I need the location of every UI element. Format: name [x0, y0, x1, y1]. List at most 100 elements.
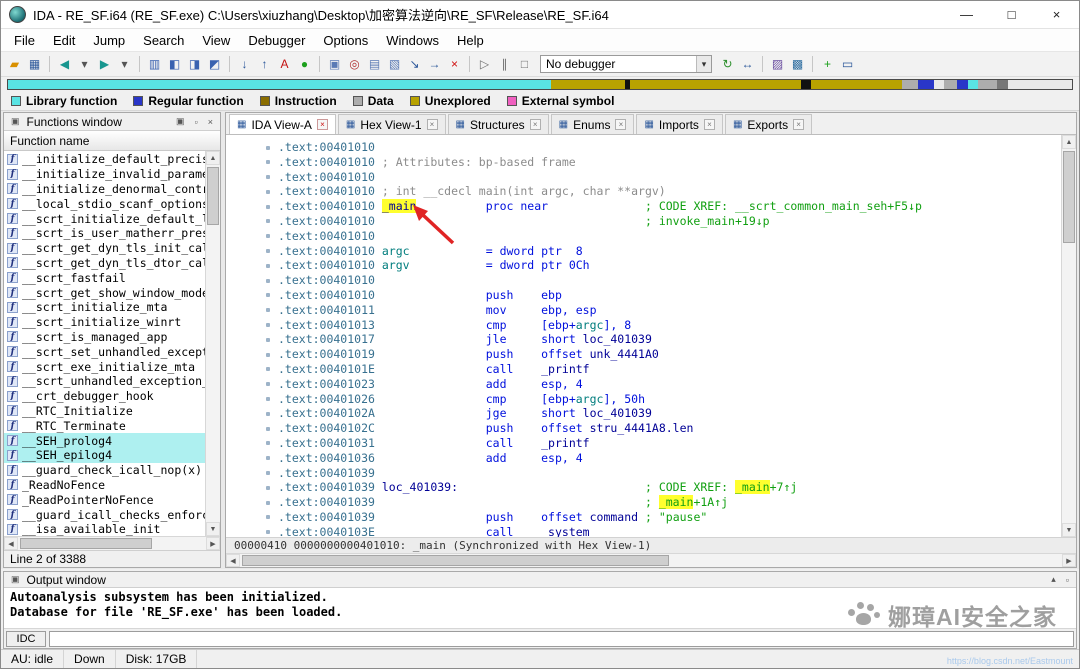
band-segment[interactable] [901, 80, 918, 89]
function-row[interactable]: f __initialize_denormal_contro [4, 182, 205, 197]
band-segment[interactable] [550, 80, 626, 89]
functions-vertical-scrollbar[interactable]: ▲ ▼ [205, 151, 220, 536]
disasm-line[interactable]: .text:00401011 mov ebp, esp [266, 303, 1061, 318]
scroll-right-icon[interactable]: ▶ [1062, 554, 1076, 567]
menu-windows[interactable]: Windows [377, 30, 448, 51]
disasm-line[interactable]: .text:00401010 push ebp [266, 288, 1061, 303]
band-segment[interactable] [957, 80, 968, 89]
menu-file[interactable]: File [5, 30, 44, 51]
idc-button[interactable]: IDC [6, 630, 46, 647]
function-row[interactable]: f __scrt_unhandled_exception_f [4, 374, 205, 389]
function-row[interactable]: f __SEH_prolog4 [4, 433, 205, 448]
function-row[interactable]: f __initialize_invalid_paramet [4, 167, 205, 182]
step-into-icon[interactable]: ↘ [405, 55, 424, 74]
function-row[interactable]: f __scrt_get_show_window_mode [4, 285, 205, 300]
band-segment[interactable] [800, 80, 812, 89]
close-icon[interactable]: × [205, 117, 216, 127]
python-console-icon[interactable]: ▩ [788, 55, 807, 74]
stop-process-icon[interactable]: □ [515, 55, 534, 74]
menu-view[interactable]: View [193, 30, 239, 51]
band-segment[interactable] [978, 80, 998, 89]
tab-ida-view-a[interactable]: ▦ IDA View-A × [229, 114, 336, 134]
functions-horizontal-scrollbar[interactable]: ◀ ▶ [4, 536, 220, 550]
refresh-icon[interactable]: ↻ [718, 55, 737, 74]
disasm-line[interactable]: .text:00401010 [266, 140, 1061, 155]
navigation-band[interactable] [7, 79, 1073, 90]
disasm-line[interactable]: .text:00401010 _main proc near ; CODE XR… [266, 199, 1061, 214]
nav-back-icon[interactable]: ◀ [55, 55, 74, 74]
attach-icon[interactable]: ↔ [738, 55, 757, 74]
function-name-column-header[interactable]: Function name [4, 131, 220, 151]
function-row[interactable]: f _ReadPointerNoFence [4, 492, 205, 507]
disasm-line[interactable]: .text:00401010 ; invoke_main+19↓p [266, 214, 1061, 229]
breakpoints-icon[interactable]: ◎ [345, 55, 364, 74]
jump-to-address-icon[interactable]: ◧ [165, 55, 184, 74]
scrollbar-thumb[interactable] [242, 555, 670, 566]
menu-options[interactable]: Options [314, 30, 377, 51]
function-row[interactable]: f __local_stdio_scanf_options [4, 196, 205, 211]
cancel-icon[interactable]: × [445, 55, 464, 74]
function-row[interactable]: f __isa_available_init [4, 522, 205, 536]
segments-icon[interactable]: ▭ [838, 55, 857, 74]
strings-window-icon[interactable]: A [275, 55, 294, 74]
disasm-line[interactable]: .text:00401010 argc = dword ptr 8 [266, 244, 1061, 259]
tab-close-icon[interactable]: × [703, 119, 715, 130]
tab-close-icon[interactable]: × [615, 119, 627, 130]
disassembly-horizontal-scrollbar[interactable]: ◀ ▶ [226, 553, 1076, 567]
tab-close-icon[interactable]: × [426, 119, 438, 130]
disassembly-vertical-scrollbar[interactable]: ▲ ▼ [1061, 135, 1076, 537]
disasm-line[interactable]: .text:00401017 jle short loc_401039 [266, 332, 1061, 347]
tab-enums[interactable]: ▦ Enums × [550, 114, 635, 134]
float-icon[interactable]: ▫ [192, 117, 201, 127]
disasm-line[interactable]: .text:00401026 cmp [ebp+argc], 50h [266, 392, 1061, 407]
chevron-down-icon[interactable]: ▾ [696, 56, 711, 72]
band-segment[interactable] [967, 80, 979, 89]
menu-jump[interactable]: Jump [84, 30, 134, 51]
disasm-line[interactable]: .text:0040102A jge short loc_401039 [266, 406, 1061, 421]
scrollbar-thumb[interactable] [1063, 151, 1075, 243]
function-row[interactable]: f __initialize_default_precisi [4, 152, 205, 167]
tab-close-icon[interactable]: × [316, 119, 328, 130]
function-row[interactable]: f __scrt_is_managed_app [4, 330, 205, 345]
function-row[interactable]: f __scrt_get_dyn_tls_dtor_cal [4, 256, 205, 271]
disasm-line[interactable]: .text:00401010 argv = dword ptr 0Ch [266, 258, 1061, 273]
band-segment[interactable] [997, 80, 1009, 89]
disasm-line[interactable]: .text:00401010 [266, 170, 1061, 185]
scrollbar-track[interactable] [1062, 149, 1076, 523]
menu-edit[interactable]: Edit [44, 30, 84, 51]
function-row[interactable]: f __scrt_fastfail [4, 270, 205, 285]
band-segment[interactable] [8, 80, 551, 89]
step-over-icon[interactable]: → [425, 55, 444, 74]
jump-by-name-icon[interactable]: ▥ [145, 55, 164, 74]
scroll-up-icon[interactable]: ▲ [206, 151, 220, 165]
scrollbar-track[interactable] [240, 554, 1062, 567]
nav-forward-icon[interactable]: ▶ [95, 55, 114, 74]
disasm-line[interactable]: .text:00401039 [266, 466, 1061, 481]
menu-search[interactable]: Search [134, 30, 193, 51]
scrollbar-thumb[interactable] [207, 167, 219, 225]
float-icon[interactable]: ▫ [1063, 575, 1072, 585]
close-button[interactable]: × [1034, 1, 1079, 28]
function-row[interactable]: f __RTC_Initialize [4, 404, 205, 419]
disasm-line[interactable]: .text:00401039 push offset command ; "pa… [266, 510, 1061, 525]
scrollbar-thumb[interactable] [20, 538, 152, 549]
debugger-windows-icon[interactable]: ▣ [325, 55, 344, 74]
band-segment[interactable] [630, 80, 801, 89]
tab-imports[interactable]: ▦ Imports × [636, 114, 723, 134]
tab-close-icon[interactable]: × [529, 119, 541, 130]
function-row[interactable]: f _ReadNoFence [4, 478, 205, 493]
disasm-line[interactable]: .text:00401019 push offset unk_4441A0 [266, 347, 1061, 362]
tab-exports[interactable]: ▦ Exports × [724, 114, 813, 134]
disasm-line[interactable]: .text:0040101E call _printf [266, 362, 1061, 377]
console-input[interactable] [49, 630, 1074, 647]
function-row[interactable]: f __scrt_exe_initialize_mta [4, 359, 205, 374]
band-segment[interactable] [811, 80, 902, 89]
disasm-line[interactable]: .text:00401013 cmp [ebp+argc], 8 [266, 318, 1061, 333]
debugger-select[interactable]: No debugger ▾ [540, 55, 712, 73]
disasm-line[interactable]: .text:00401031 call _printf [266, 436, 1061, 451]
jump-next-icon[interactable]: ↓ [235, 55, 254, 74]
menu-help[interactable]: Help [448, 30, 493, 51]
function-row[interactable]: f __scrt_initialize_mta [4, 300, 205, 315]
scrollbar-track[interactable] [206, 165, 220, 522]
band-segment[interactable] [1008, 80, 1072, 89]
